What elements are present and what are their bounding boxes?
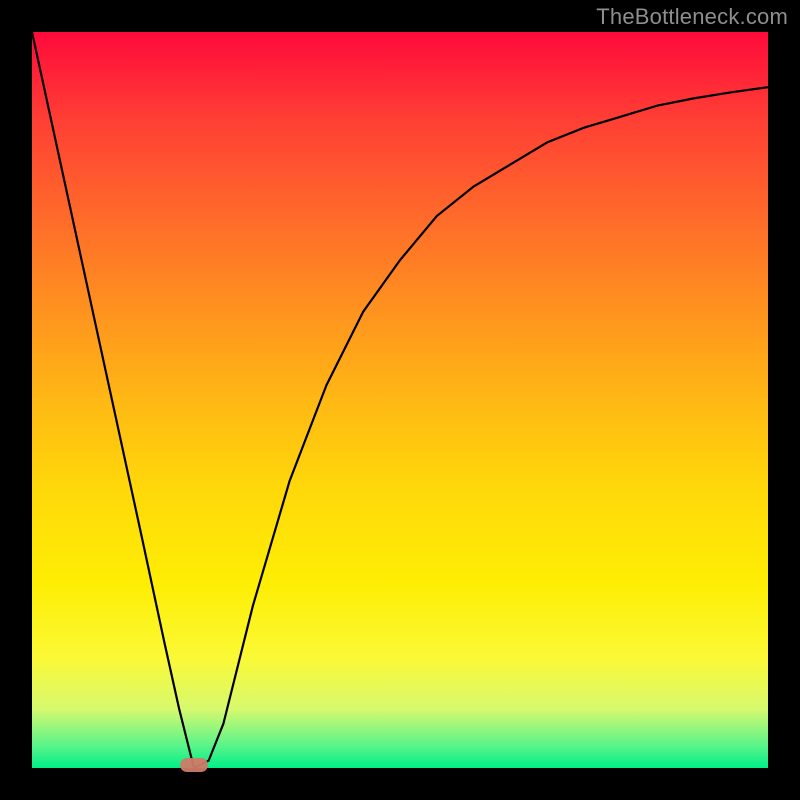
watermark-text: TheBottleneck.com <box>596 4 788 30</box>
optimal-point-marker <box>180 758 208 772</box>
plot-area <box>32 32 768 768</box>
chart-container: TheBottleneck.com <box>0 0 800 800</box>
bottleneck-curve <box>32 32 768 768</box>
